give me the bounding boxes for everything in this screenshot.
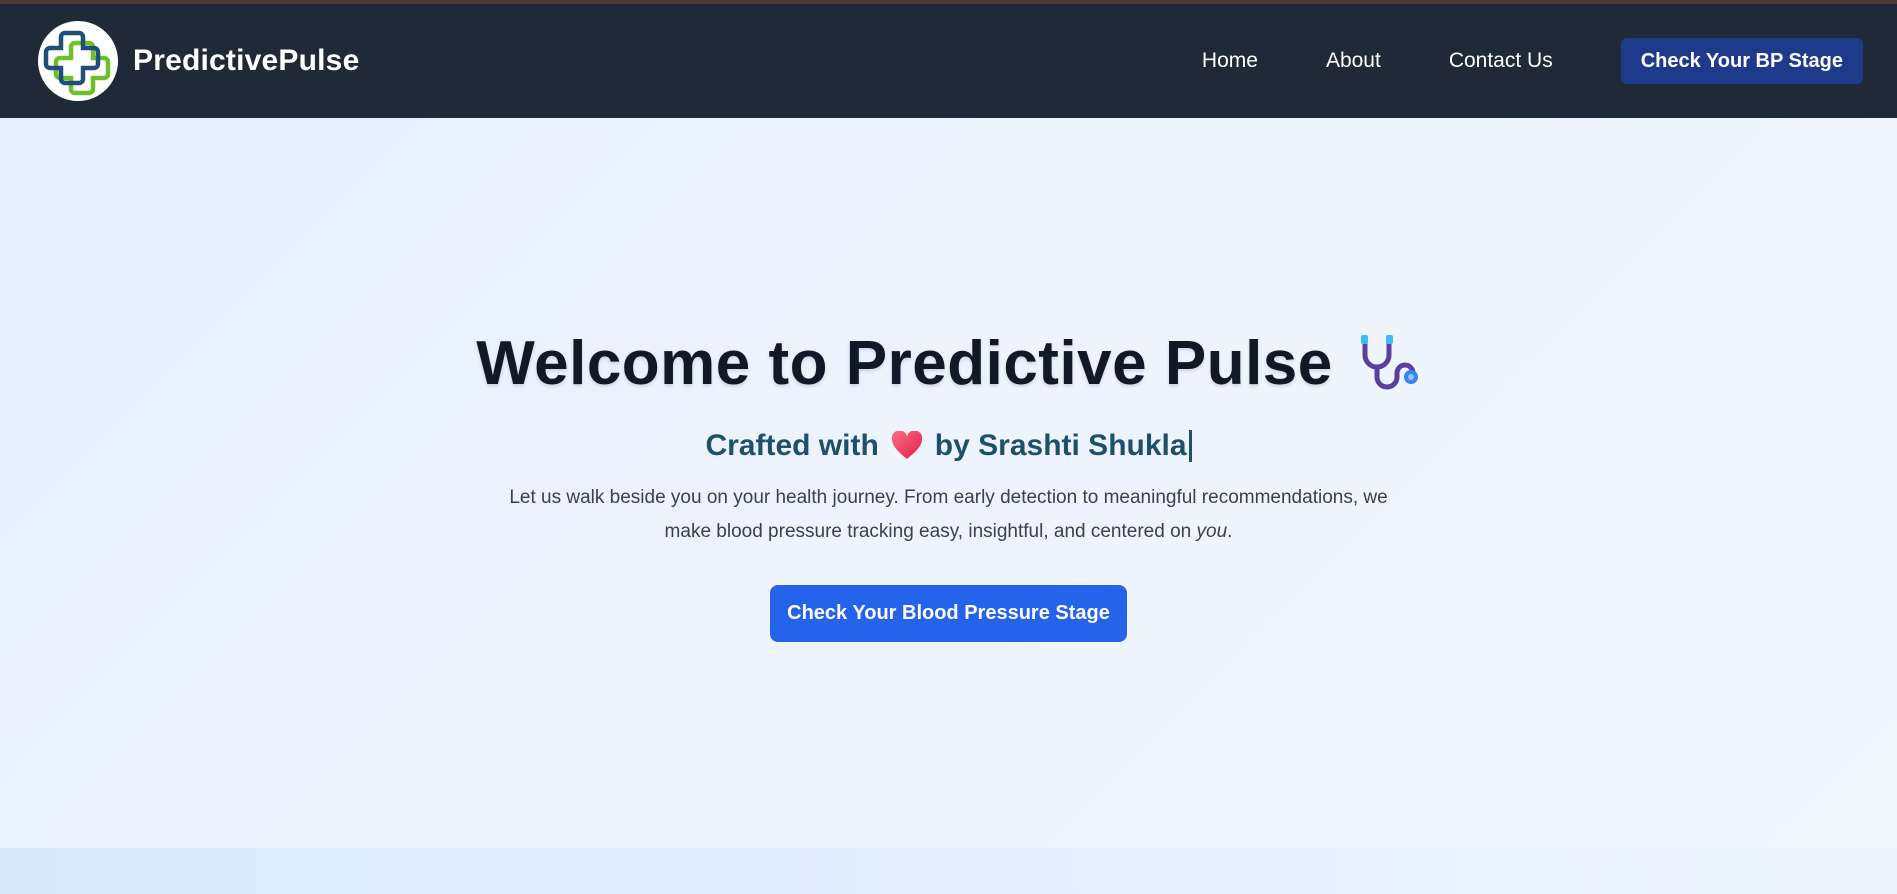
nav-link-contact[interactable]: Contact Us [1449, 49, 1553, 73]
check-blood-pressure-button[interactable]: Check Your Blood Pressure Stage [770, 585, 1127, 642]
brand[interactable]: PredictivePulse [38, 21, 359, 101]
stethoscope-icon [1355, 333, 1421, 395]
hero-title: Welcome to Predictive Pulse [476, 328, 1421, 399]
hero-subtitle: Crafted with by Srashti Shukla [705, 429, 1192, 463]
description-line-1: Let us walk beside you on your health jo… [509, 487, 1388, 508]
description-end: . [1227, 521, 1233, 542]
subtitle-prefix: Crafted with [705, 429, 879, 462]
medical-cross-icon[interactable] [38, 21, 118, 101]
brand-name[interactable]: PredictivePulse [133, 44, 359, 78]
subtitle-author: by Srashti Shukla [934, 429, 1187, 462]
hero-content: Welcome to Predictive Pulse Crafted with [0, 328, 1897, 642]
nav-link-home[interactable]: Home [1202, 49, 1258, 73]
hero-section: Welcome to Predictive Pulse Crafted with [0, 118, 1897, 894]
hero-title-text: Welcome to Predictive Pulse [476, 329, 1333, 398]
nav-link-about[interactable]: About [1326, 49, 1381, 73]
description-line-2: make blood pressure tracking easy, insig… [664, 521, 1192, 542]
hero-description: Let us walk beside you on your health jo… [499, 481, 1399, 549]
next-section-edge [0, 848, 1897, 894]
description-emphasis: you [1196, 521, 1228, 542]
check-bp-stage-button[interactable]: Check Your BP Stage [1620, 38, 1863, 84]
navbar: PredictivePulse Home About Contact Us Ch… [0, 4, 1897, 118]
nav-links: Home About Contact Us Check Your BP Stag… [1202, 38, 1863, 84]
typing-caret [1188, 430, 1192, 462]
heart-icon [891, 431, 923, 461]
